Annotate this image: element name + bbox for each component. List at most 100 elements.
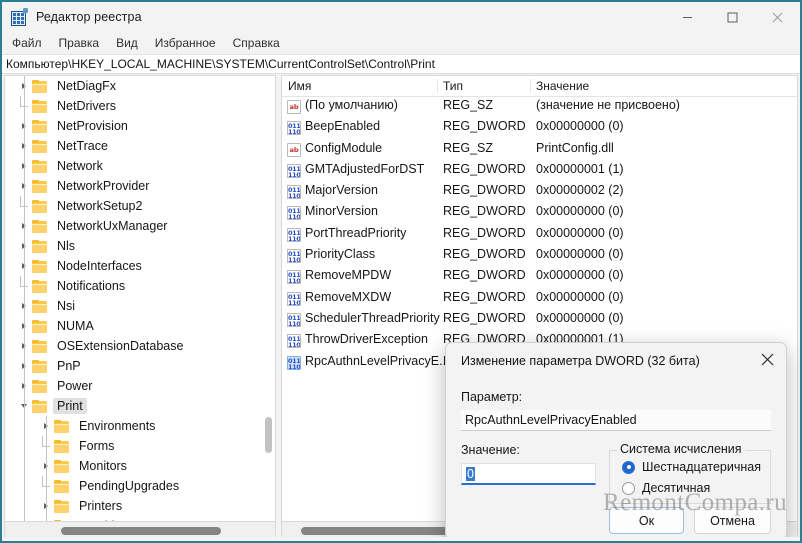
list-item-type: REG_DWORD xyxy=(443,268,526,282)
list-item-name: PortThreadPriority xyxy=(305,226,406,240)
tree-item-netdiagfx[interactable]: NetDiagFx xyxy=(5,76,260,96)
menu-item-favorites[interactable]: Избранное xyxy=(155,36,216,50)
dword-value-icon: 011110 xyxy=(287,313,301,327)
tree-item-power[interactable]: Power xyxy=(5,376,260,396)
param-name-input[interactable]: RpcAuthnLevelPrivacyEnabled xyxy=(461,410,771,431)
dialog-title-bar: Изменение параметра DWORD (32 бита) xyxy=(446,343,786,379)
status-bar xyxy=(2,537,800,541)
registry-tree: NetDiagFxNetDriversNetProvisionNetTraceN… xyxy=(5,76,260,522)
ok-button[interactable]: Ок xyxy=(609,507,684,534)
tree-item-nls[interactable]: Nls xyxy=(5,236,260,256)
tree-item-numa[interactable]: NUMA xyxy=(5,316,260,336)
list-item-type: REG_DWORD xyxy=(443,311,526,325)
registry-tree-pane: NetDiagFxNetDriversNetProvisionNetTraceN… xyxy=(4,75,276,522)
radio-hexadecimal-label: Шестнадцатеричная xyxy=(642,460,761,474)
tree-item-networkprovider[interactable]: NetworkProvider xyxy=(5,176,260,196)
maximize-icon[interactable] xyxy=(710,2,755,32)
folder-icon xyxy=(54,460,69,472)
tree-item-label: NetDrivers xyxy=(53,98,120,114)
list-item[interactable]: 011110PortThreadPriorityREG_DWORD0x00000… xyxy=(282,225,797,246)
radio-hexadecimal-indicator xyxy=(622,461,635,474)
tree-item-networksetup2[interactable]: NetworkSetup2 xyxy=(5,196,260,216)
list-item[interactable]: 011110BeepEnabledREG_DWORD0x00000000 (0) xyxy=(282,118,797,139)
radio-decimal-indicator xyxy=(622,482,635,495)
tree-item-label: Nsi xyxy=(53,298,79,314)
list-item[interactable]: 011110PriorityClassREG_DWORD0x00000000 (… xyxy=(282,246,797,267)
tree-item-nodeinterfaces[interactable]: NodeInterfaces xyxy=(5,256,260,276)
column-header-type[interactable]: Тип xyxy=(443,76,463,96)
tree-item-label: NetworkProvider xyxy=(53,178,153,194)
tree-item-label: Notifications xyxy=(53,278,129,294)
dialog-close-icon[interactable] xyxy=(752,346,782,372)
radio-decimal[interactable]: Десятичная xyxy=(622,481,710,495)
list-item-value: 0x00000000 (0) xyxy=(536,226,624,240)
tree-item-printers[interactable]: Printers xyxy=(5,496,260,516)
tree-item-networkuxmanager[interactable]: NetworkUxManager xyxy=(5,216,260,236)
tree-item-pendingupgrades[interactable]: PendingUpgrades xyxy=(5,476,260,496)
folder-icon xyxy=(32,260,47,272)
tree-item-forms[interactable]: Forms xyxy=(5,436,260,456)
tree-item-notifications[interactable]: Notifications xyxy=(5,276,260,296)
list-item[interactable]: ab(По умолчанию)REG_SZ(значение не присв… xyxy=(282,97,797,118)
list-item-value: 0x00000002 (2) xyxy=(536,183,624,197)
menu-bar: Файл Правка Вид Избранное Справка xyxy=(2,32,800,54)
tree-item-network[interactable]: Network xyxy=(5,156,260,176)
list-item[interactable]: 011110SchedulerThreadPriorityREG_DWORD0x… xyxy=(282,310,797,331)
address-bar[interactable]: Компьютер\HKEY_LOCAL_MACHINE\SYSTEM\Curr… xyxy=(2,54,800,74)
list-item-value: (значение не присвоено) xyxy=(536,98,680,112)
dword-value-icon: 011110 xyxy=(287,228,301,242)
list-item[interactable]: 011110MajorVersionREG_DWORD0x00000002 (2… xyxy=(282,182,797,203)
menu-item-edit[interactable]: Правка xyxy=(59,36,100,50)
dword-value-icon: 011110 xyxy=(287,185,301,199)
tree-vertical-scrollbar[interactable] xyxy=(263,77,274,520)
edit-dword-dialog: Изменение параметра DWORD (32 бита) Пара… xyxy=(445,342,787,540)
column-header-value[interactable]: Значение xyxy=(536,76,589,96)
value-label: Значение: xyxy=(461,443,520,457)
tree-item-label: PendingUpgrades xyxy=(75,478,183,494)
dword-value-icon: 011110 xyxy=(287,164,301,178)
tree-item-netdrivers[interactable]: NetDrivers xyxy=(5,96,260,116)
column-header-name[interactable]: Имя xyxy=(288,76,311,96)
string-value-icon: ab xyxy=(287,143,301,157)
list-item-name: GMTAdjustedForDST xyxy=(305,162,424,176)
list-item[interactable]: abConfigModuleREG_SZPrintConfig.dll xyxy=(282,140,797,161)
folder-icon xyxy=(54,440,69,452)
list-item-value: 0x00000000 (0) xyxy=(536,311,624,325)
list-item-name: ConfigModule xyxy=(305,141,382,155)
folder-icon xyxy=(32,400,47,412)
base-group-title: Система исчисления xyxy=(617,442,745,456)
value-input[interactable]: 0 xyxy=(461,463,596,485)
tree-item-nsi[interactable]: Nsi xyxy=(5,296,260,316)
list-item-type: REG_SZ xyxy=(443,141,493,155)
list-item[interactable]: 011110GMTAdjustedForDSTREG_DWORD0x000000… xyxy=(282,161,797,182)
tree-item-environments[interactable]: Environments xyxy=(5,416,260,436)
tree-item-label: NetworkUxManager xyxy=(53,218,171,234)
list-item-type: REG_DWORD xyxy=(443,247,526,261)
cancel-button[interactable]: Отмена xyxy=(694,507,771,534)
list-item[interactable]: 011110RemoveMXDWREG_DWORD0x00000000 (0) xyxy=(282,289,797,310)
folder-icon xyxy=(32,120,47,132)
tree-item-print[interactable]: Print xyxy=(5,396,260,416)
tree-item-netprovision[interactable]: NetProvision xyxy=(5,116,260,136)
minimize-icon[interactable] xyxy=(665,2,710,32)
list-item[interactable]: 011110MinorVersionREG_DWORD0x00000000 (0… xyxy=(282,203,797,224)
radio-hexadecimal[interactable]: Шестнадцатеричная xyxy=(622,460,761,474)
registry-icon xyxy=(11,9,27,25)
dialog-title: Изменение параметра DWORD (32 бита) xyxy=(446,354,700,368)
tree-item-monitors[interactable]: Monitors xyxy=(5,456,260,476)
list-item[interactable]: 011110RemoveMPDWREG_DWORD0x00000000 (0) xyxy=(282,267,797,288)
tree-item-nettrace[interactable]: NetTrace xyxy=(5,136,260,156)
tree-item-label: Printers xyxy=(75,498,126,514)
menu-item-help[interactable]: Справка xyxy=(233,36,280,50)
menu-item-file[interactable]: Файл xyxy=(12,36,42,50)
close-icon[interactable] xyxy=(755,2,800,32)
folder-icon xyxy=(32,160,47,172)
tree-item-pnp[interactable]: PnP xyxy=(5,356,260,376)
tree-hscroll-thumb[interactable] xyxy=(61,527,221,535)
tree-guide-line xyxy=(24,76,25,522)
tree-scroll-thumb[interactable] xyxy=(265,417,272,453)
tree-guide-line xyxy=(46,416,47,522)
folder-icon xyxy=(32,240,47,252)
menu-item-view[interactable]: Вид xyxy=(116,36,138,50)
tree-item-osextensiondatabase[interactable]: OSExtensionDatabase xyxy=(5,336,260,356)
